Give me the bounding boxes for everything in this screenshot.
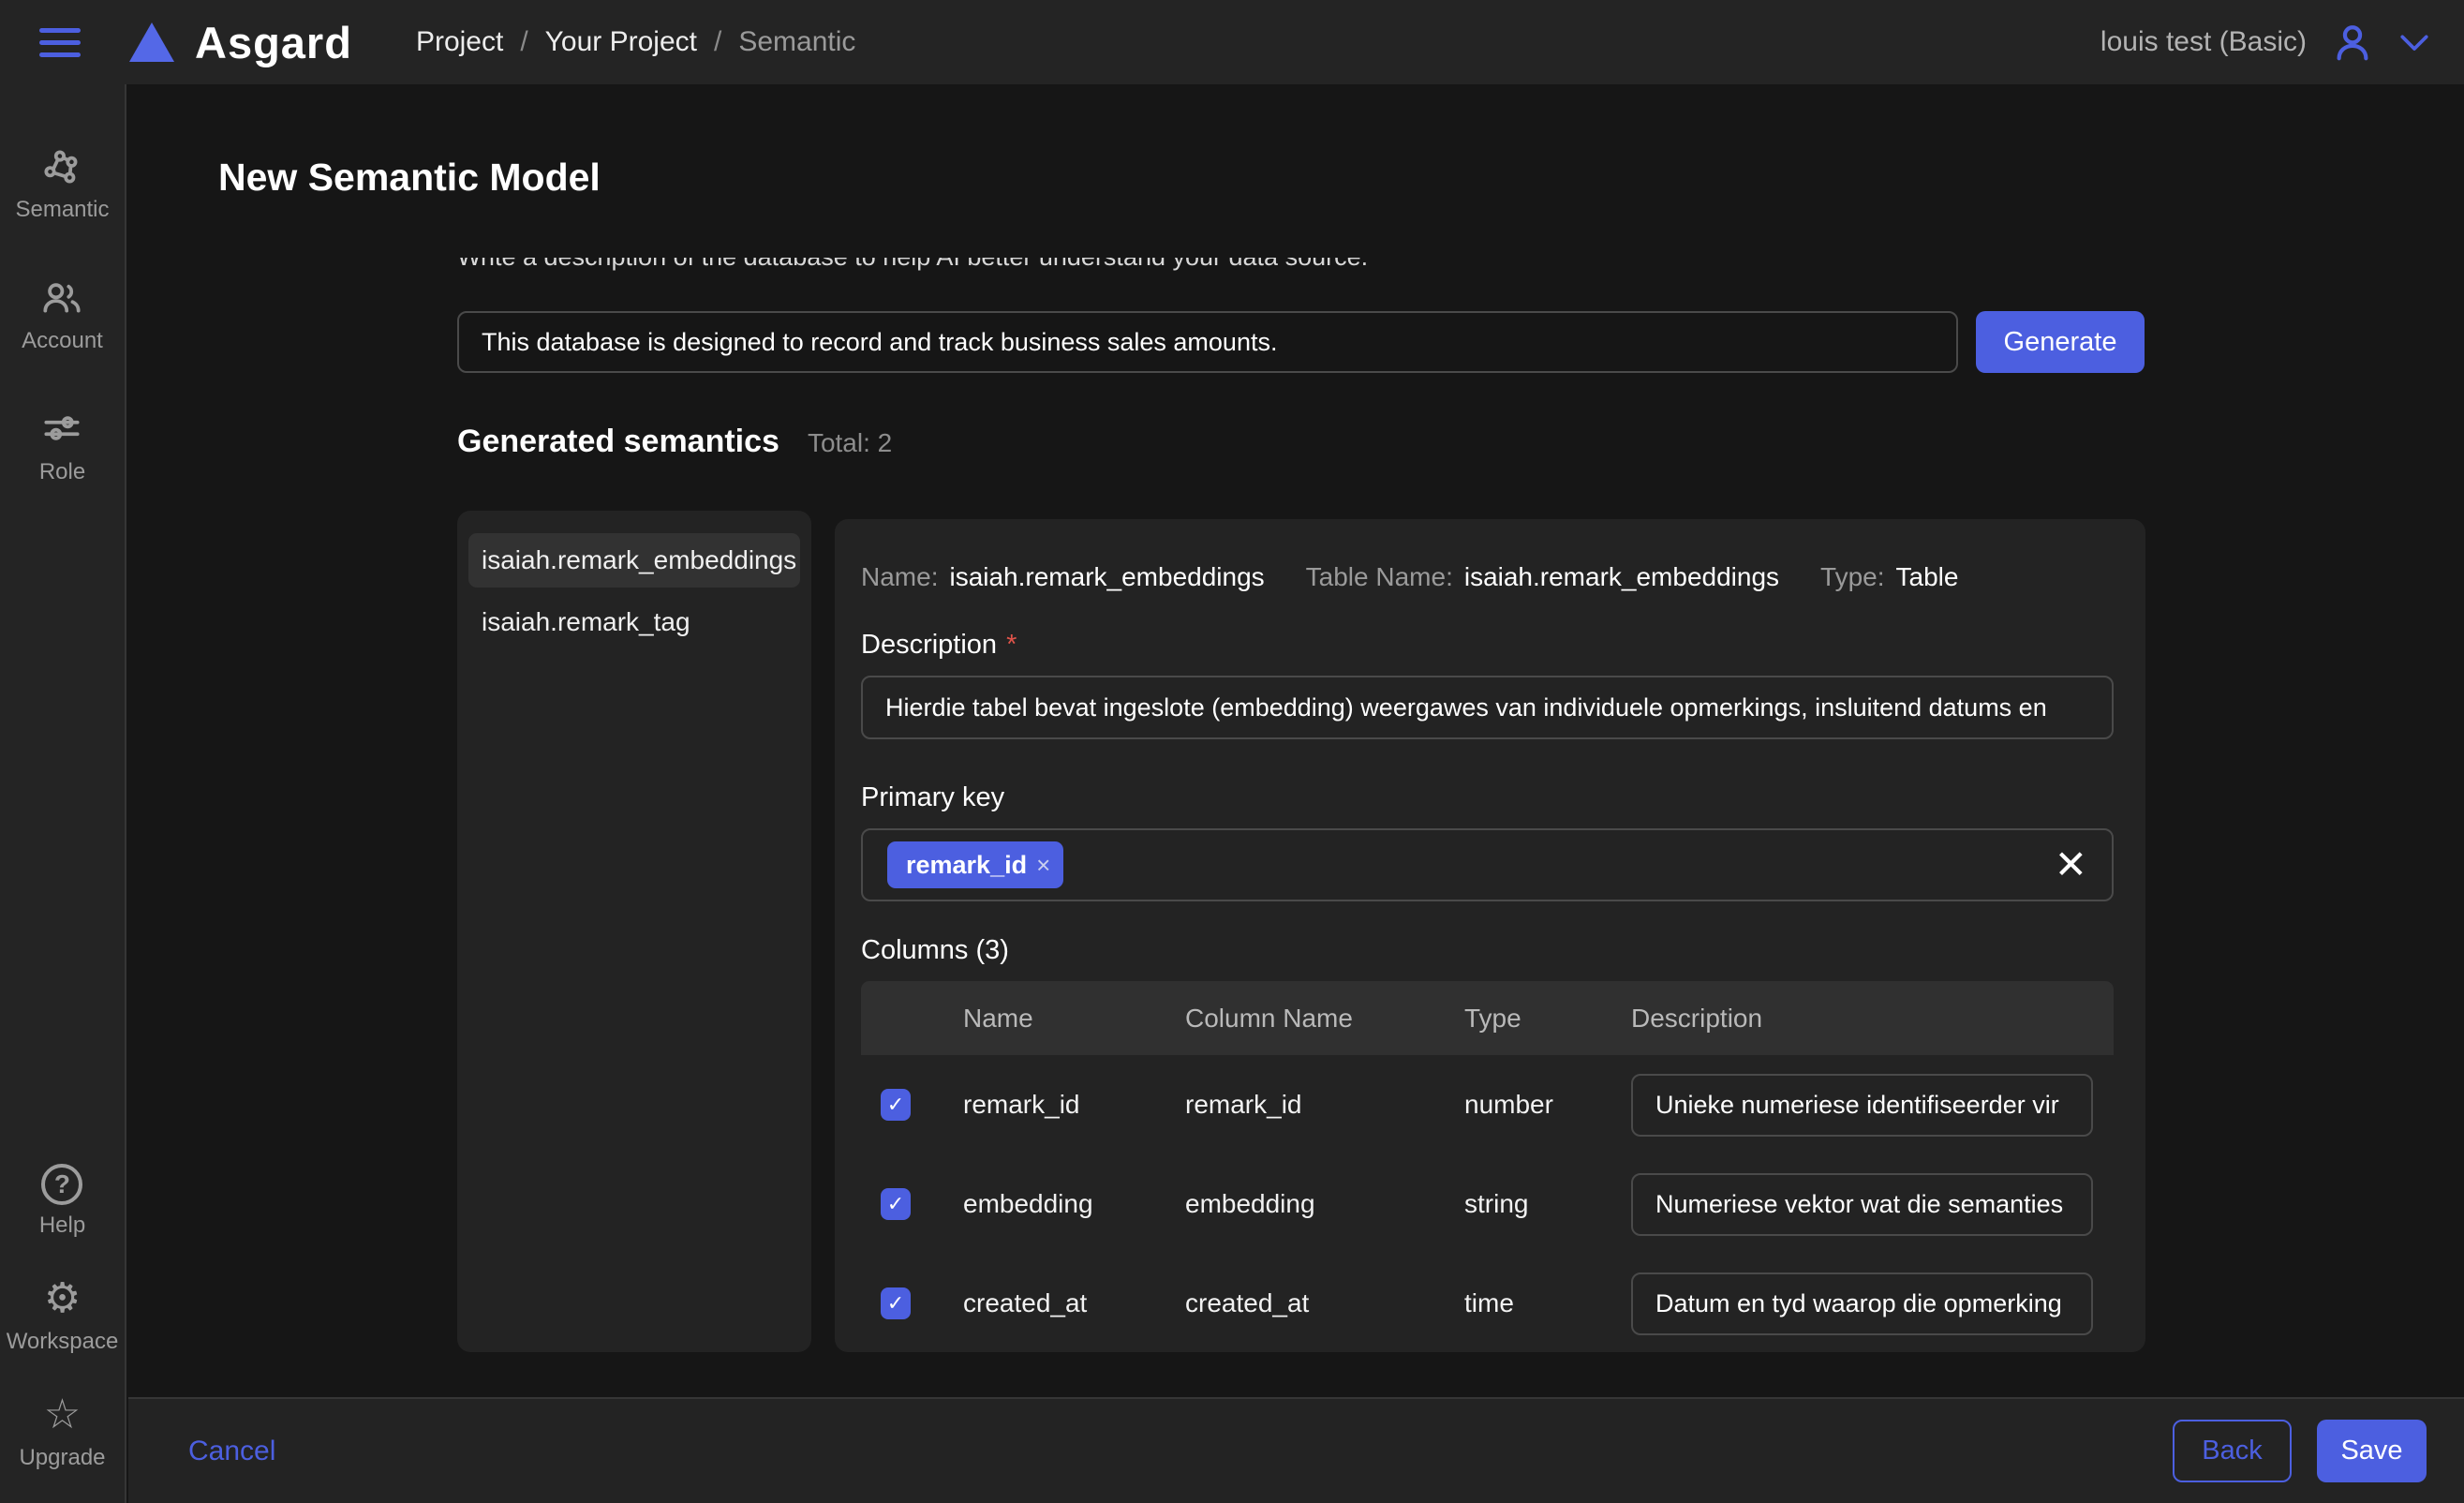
breadcrumb-project[interactable]: Project xyxy=(416,26,503,58)
sidebar-label-role: Role xyxy=(39,459,85,485)
cell-description-input[interactable] xyxy=(1631,1074,2093,1137)
brand-name: Asgard xyxy=(195,17,352,68)
model-detail-panel: Name: isaiah.remark_embeddings Table Nam… xyxy=(835,519,2145,1352)
type-value: Table xyxy=(1896,562,1959,592)
gear-icon: ⚙ xyxy=(44,1276,81,1321)
breadcrumb-separator: / xyxy=(520,26,527,58)
sidebar-label-semantic: Semantic xyxy=(15,197,109,223)
cell-column-name: remark_id xyxy=(1185,1090,1464,1120)
cell-type: number xyxy=(1464,1090,1631,1120)
primary-key-chip: remark_id × xyxy=(887,841,1063,888)
header-type: Type xyxy=(1464,1004,1631,1034)
user-menu[interactable]: louis test (Basic) xyxy=(2100,21,2430,64)
generated-semantics-title: Generated semantics xyxy=(457,424,779,460)
helper-text: Write a description of the database to h… xyxy=(457,258,1581,272)
breadcrumb-your-project[interactable]: Your Project xyxy=(545,26,697,58)
header-description: Description xyxy=(1631,1004,2114,1034)
name-label: Name: xyxy=(861,562,938,592)
cell-name: remark_id xyxy=(963,1090,1185,1120)
page-title: New Semantic Model xyxy=(218,156,601,200)
generated-total-badge: Total: 2 xyxy=(808,428,892,458)
top-navbar: Asgard Project / Your Project / Semantic… xyxy=(0,0,2464,84)
breadcrumb-separator: / xyxy=(714,26,721,58)
name-value: isaiah.remark_embeddings xyxy=(949,562,1264,592)
table-row-created-at: ✓ created_at created_at time xyxy=(861,1254,2114,1353)
table-row-remark-id: ✓ remark_id remark_id number xyxy=(861,1055,2114,1154)
sidebar-label-workspace: Workspace xyxy=(7,1329,119,1355)
model-meta-row: Name: isaiah.remark_embeddings Table Nam… xyxy=(861,562,2117,592)
columns-label: Columns (3) xyxy=(861,935,2117,966)
cell-description-input[interactable] xyxy=(1631,1173,2093,1236)
cell-name: embedding xyxy=(963,1189,1185,1219)
sidebar-label-help: Help xyxy=(39,1213,85,1239)
db-description-input[interactable] xyxy=(457,311,1958,373)
header-column-name: Column Name xyxy=(1185,1004,1464,1034)
model-list-item-embeddings[interactable]: isaiah.remark_embeddings xyxy=(468,533,800,588)
sidebar-item-account[interactable]: Account xyxy=(15,274,109,354)
triangle-logo-icon xyxy=(129,22,174,62)
sliders-icon xyxy=(38,405,85,452)
brand[interactable]: Asgard xyxy=(129,17,352,68)
footer-bar: Cancel Back Save xyxy=(128,1397,2464,1503)
helper-text-clipped: Write a description of the database to h… xyxy=(457,258,1581,281)
sidebar-item-help[interactable]: ? Help xyxy=(7,1164,119,1239)
table-name-value: isaiah.remark_embeddings xyxy=(1464,562,1779,592)
check-icon: ✓ xyxy=(887,1291,904,1316)
sidebar-label-upgrade: Upgrade xyxy=(19,1445,105,1471)
model-list-item-tag[interactable]: isaiah.remark_tag xyxy=(468,595,800,649)
user-name-label: louis test (Basic) xyxy=(2100,26,2307,58)
hamburger-icon[interactable] xyxy=(39,28,81,57)
breadcrumb-semantic: Semantic xyxy=(738,26,855,58)
model-list-panel: isaiah.remark_embeddings isaiah.remark_t… xyxy=(457,511,811,1352)
breadcrumb: Project / Your Project / Semantic xyxy=(416,26,855,58)
cell-column-name: created_at xyxy=(1185,1288,1464,1318)
question-circle-icon: ? xyxy=(41,1164,82,1205)
back-button[interactable]: Back xyxy=(2173,1420,2292,1482)
sidebar-item-semantic[interactable]: Semantic xyxy=(15,142,109,223)
required-asterisk: * xyxy=(1006,630,1017,660)
check-icon: ✓ xyxy=(887,1192,904,1216)
generated-semantics-header: Generated semantics Total: 2 xyxy=(457,424,892,460)
cancel-button[interactable]: Cancel xyxy=(188,1436,275,1467)
sidebar-item-workspace[interactable]: ⚙ Workspace xyxy=(7,1276,119,1355)
chevron-down-icon[interactable] xyxy=(2398,31,2430,53)
cell-description-input[interactable] xyxy=(1631,1272,2093,1335)
network-icon xyxy=(38,142,85,189)
table-name-label: Table Name: xyxy=(1306,562,1453,592)
cell-name: created_at xyxy=(963,1288,1185,1318)
cell-column-name: embedding xyxy=(1185,1189,1464,1219)
sidebar-item-role[interactable]: Role xyxy=(15,405,109,485)
description-input[interactable] xyxy=(861,676,2114,739)
primary-key-chip-label: remark_id xyxy=(906,851,1027,880)
row-checkbox[interactable]: ✓ xyxy=(881,1188,911,1220)
row-checkbox[interactable]: ✓ xyxy=(881,1287,911,1319)
description-label: Description* xyxy=(861,630,2117,661)
cell-type: string xyxy=(1464,1189,1631,1219)
check-icon: ✓ xyxy=(887,1093,904,1117)
cell-type: time xyxy=(1464,1288,1631,1318)
columns-table-header: Name Column Name Type Description xyxy=(861,981,2114,1055)
columns-table: Name Column Name Type Description ✓ rema… xyxy=(861,981,2114,1353)
save-button[interactable]: Save xyxy=(2317,1420,2427,1482)
generate-button[interactable]: Generate xyxy=(1976,311,2145,373)
db-description-row: Generate xyxy=(457,311,2145,373)
star-icon: ☆ xyxy=(44,1392,81,1437)
primary-key-select[interactable]: remark_id × ✕ xyxy=(861,828,2114,901)
people-icon xyxy=(38,274,85,320)
table-row-embedding: ✓ embedding embedding string xyxy=(861,1154,2114,1254)
main-content: New Semantic Model Write a description o… xyxy=(128,84,2464,1503)
sidebar-label-account: Account xyxy=(22,328,103,354)
sidebar-item-upgrade[interactable]: ☆ Upgrade xyxy=(7,1392,119,1471)
type-label: Type: xyxy=(1820,562,1884,592)
row-checkbox[interactable]: ✓ xyxy=(881,1089,911,1121)
person-icon[interactable] xyxy=(2331,21,2374,64)
header-name: Name xyxy=(963,1004,1185,1034)
sidebar: Semantic Account Role ? Help ⚙ Workspace xyxy=(0,84,126,1503)
primary-key-label: Primary key xyxy=(861,782,2117,813)
chip-remove-icon[interactable]: × xyxy=(1036,851,1050,880)
clear-icon[interactable]: ✕ xyxy=(2055,845,2087,885)
